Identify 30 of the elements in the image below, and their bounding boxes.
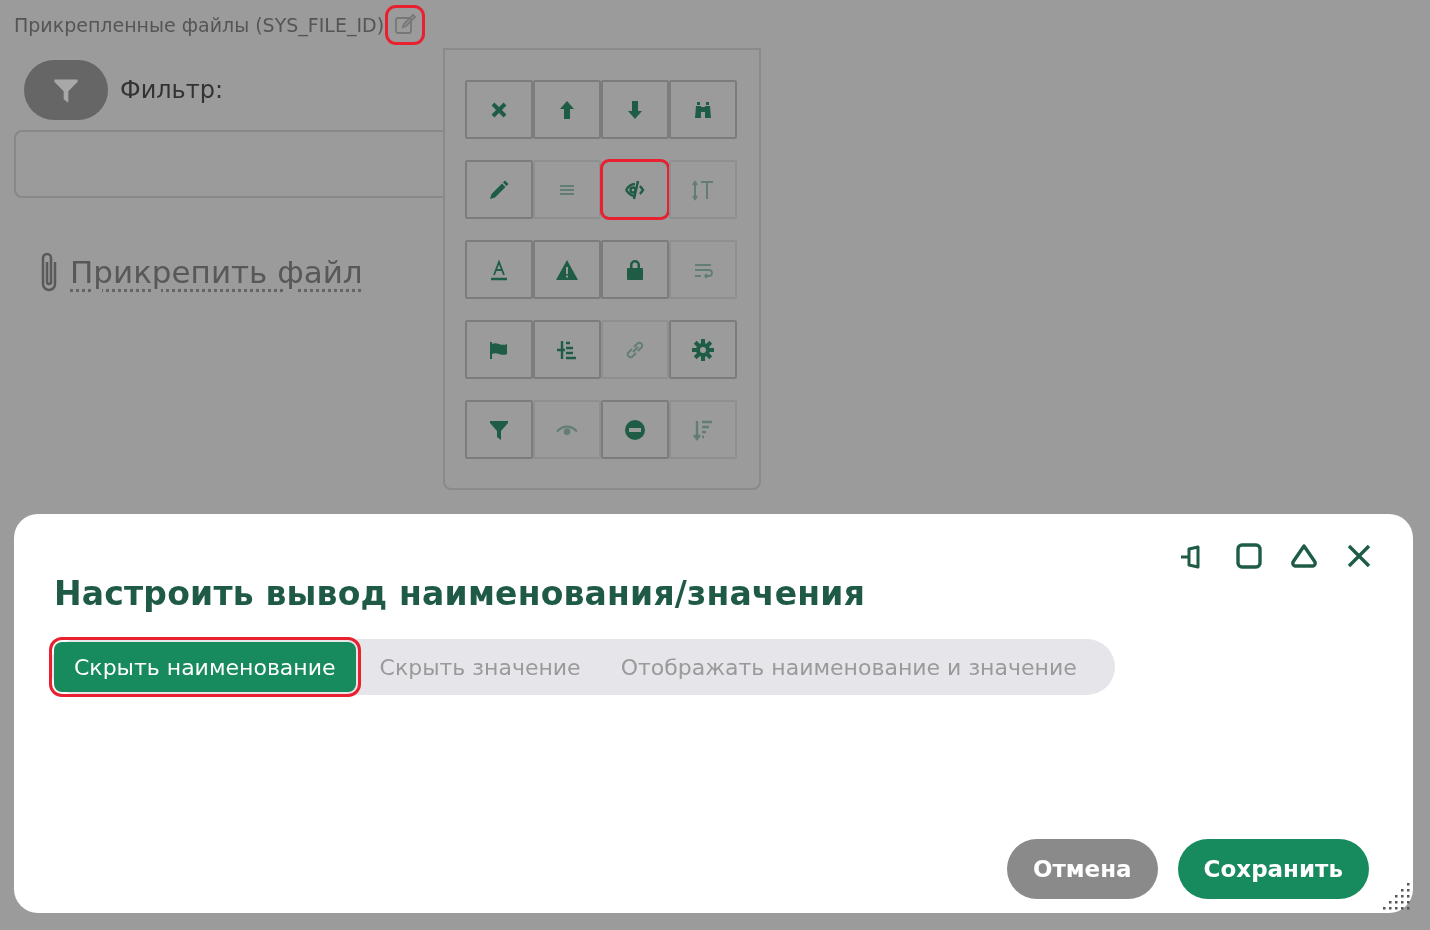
gear-icon [691,337,715,362]
tool-button[interactable] [465,240,533,299]
tool-button[interactable] [669,320,737,379]
tool-button[interactable] [533,320,601,379]
tool-button[interactable] [465,160,533,219]
tool-button[interactable] [533,240,601,299]
eye-icon [556,424,578,435]
tool-button[interactable] [465,400,533,459]
cancel-button[interactable]: Отмена [1006,839,1158,899]
filter-label: Фильтр: [120,76,224,104]
dialog-title: Настроить вывод наименования/значения [54,574,867,613]
segment-option[interactable]: Отображать наименование и значение [600,639,1097,695]
tool-button[interactable] [601,80,669,139]
close-icon[interactable] [1345,542,1373,570]
attach-file-link[interactable]: Прикрепить файл [70,254,363,290]
segment-option[interactable]: Скрыть значение [359,639,601,695]
tool-button[interactable] [533,80,601,139]
tool-button[interactable] [465,320,533,379]
field-label: Прикрепленные файлы (SYS_FILE_ID) [14,14,385,36]
tool-button[interactable] [669,80,737,139]
save-button[interactable]: Сохранить [1177,839,1369,899]
collapse-icon[interactable] [1289,542,1319,570]
maximize-icon[interactable] [1235,542,1263,570]
minus-circle-icon [623,417,647,442]
tool-button[interactable] [601,400,669,459]
edit-icon [393,13,418,37]
tool-button[interactable] [601,240,669,299]
filter-button[interactable] [24,60,108,120]
tool-button[interactable] [465,80,533,139]
tool-button[interactable] [601,160,669,219]
